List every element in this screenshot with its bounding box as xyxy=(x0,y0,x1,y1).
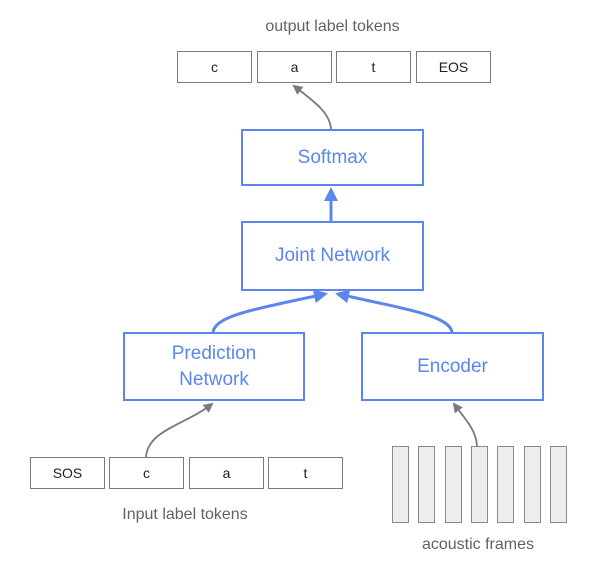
acoustic-frame xyxy=(549,446,567,523)
arrow-input-to-prediction xyxy=(145,402,214,458)
acoustic-frame xyxy=(497,446,515,523)
input-token: SOS xyxy=(30,457,105,489)
input-token: a xyxy=(189,457,264,489)
prediction-network-block: Prediction Network xyxy=(123,332,305,401)
arrow-softmax-to-output xyxy=(292,84,332,130)
output-token: EOS xyxy=(416,51,491,83)
joint-network-block: Joint Network xyxy=(241,221,424,291)
output-tokens-caption: output label tokens xyxy=(265,18,400,35)
arrow-encoder-to-joint xyxy=(335,289,454,333)
softmax-block: Softmax xyxy=(241,129,424,186)
input-token: t xyxy=(268,457,343,489)
output-token: c xyxy=(177,51,252,83)
acoustic-frame xyxy=(444,446,462,523)
acoustic-frames-caption: acoustic frames xyxy=(421,536,535,553)
acoustic-frame xyxy=(392,446,409,523)
encoder-block: Encoder xyxy=(361,332,544,401)
output-token: t xyxy=(336,51,411,83)
output-token: a xyxy=(257,51,332,83)
acoustic-frame xyxy=(470,446,488,523)
input-tokens-caption: Input label tokens xyxy=(122,506,248,523)
acoustic-frame xyxy=(418,446,436,523)
arrow-prediction-to-joint xyxy=(211,289,328,333)
acoustic-frame xyxy=(523,446,541,523)
input-token: c xyxy=(109,457,184,489)
arrow-frames-to-encoder xyxy=(452,402,478,447)
